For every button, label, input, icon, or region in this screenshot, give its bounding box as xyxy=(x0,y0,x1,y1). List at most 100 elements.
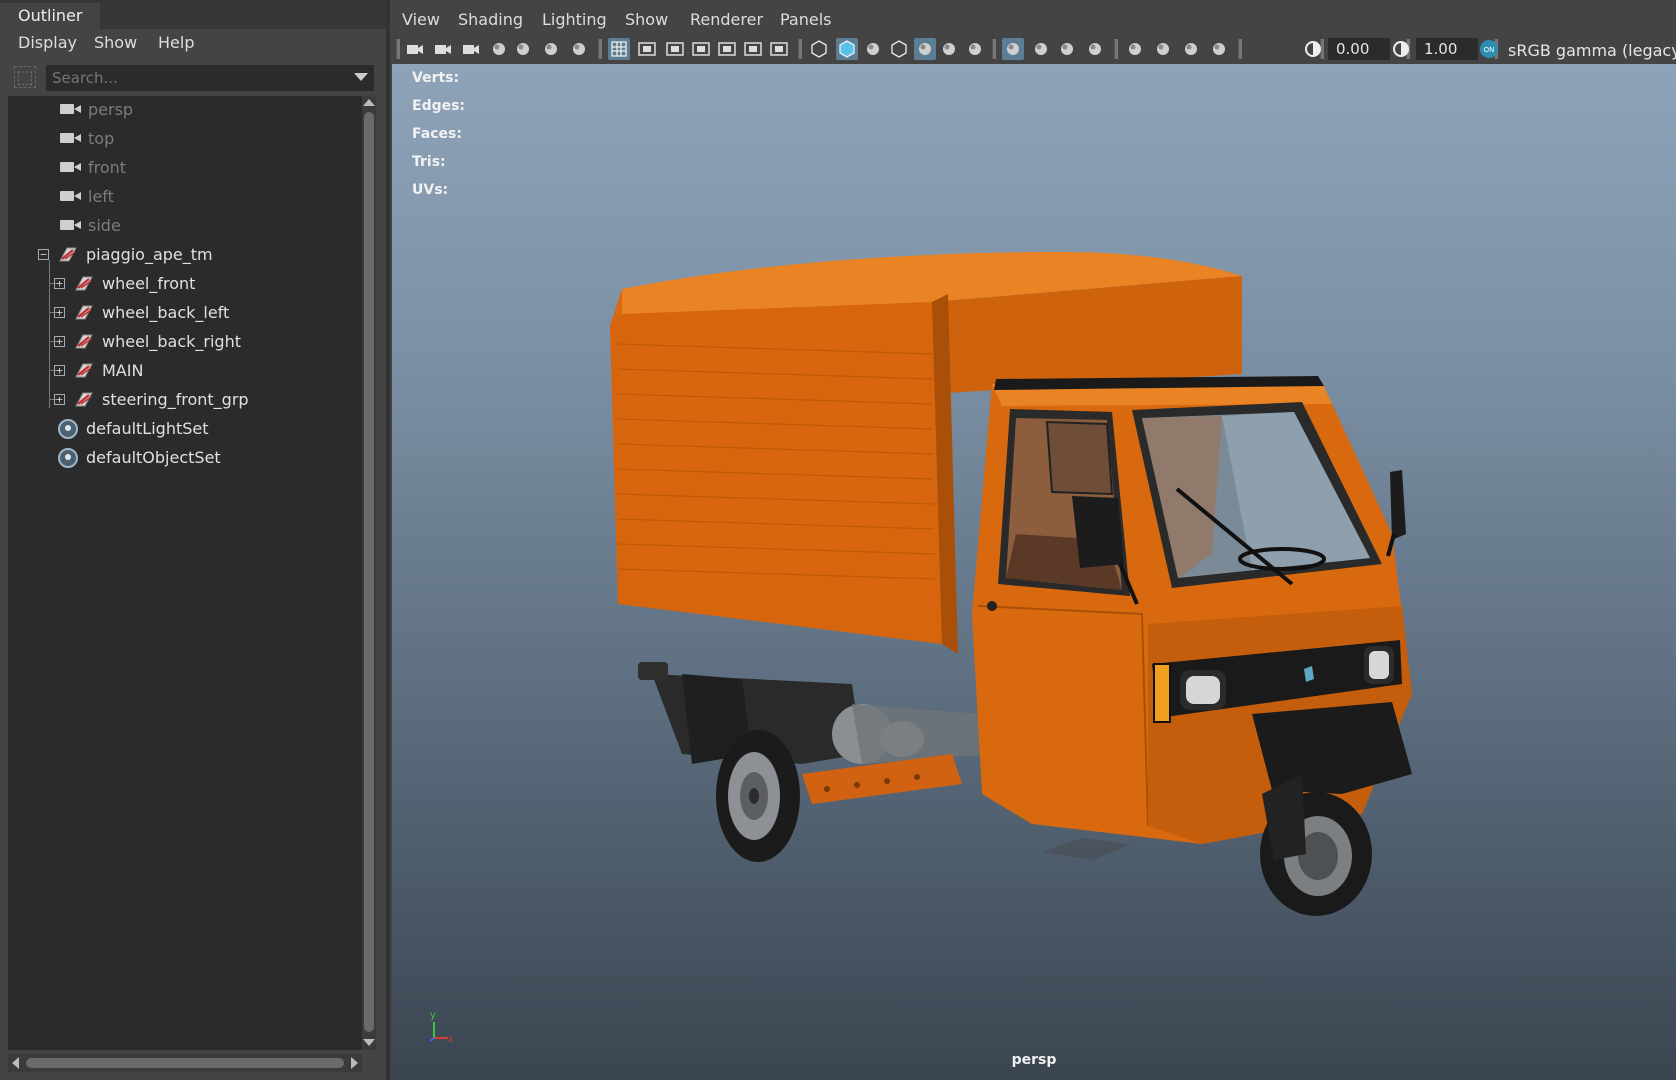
outliner-item[interactable]: − piaggio_ape_tm xyxy=(8,241,362,270)
menu-shading[interactable]: Shading xyxy=(458,10,523,29)
camera-icon xyxy=(60,191,81,201)
outliner-item[interactable]: + steering_front_grp xyxy=(8,386,362,415)
hud-label: Faces: xyxy=(412,126,462,142)
exposure-field[interactable]: 0.00 xyxy=(1328,38,1390,60)
outliner-item[interactable]: + wheel_back_left xyxy=(8,299,362,328)
expand-toggle-icon[interactable]: + xyxy=(54,394,65,405)
grid-icon[interactable] xyxy=(608,38,630,60)
image-plane-icon[interactable] xyxy=(512,38,534,60)
outliner-item-label: defaultObjectSet xyxy=(86,448,221,467)
menu-renderer[interactable]: Renderer xyxy=(690,10,763,29)
scrollbar-thumb[interactable] xyxy=(364,112,374,1032)
menu-view[interactable]: View xyxy=(402,10,440,29)
menu-panels[interactable]: Panels xyxy=(780,10,832,29)
transform-node-icon xyxy=(75,363,93,378)
transform-node-icon xyxy=(59,247,77,262)
outliner-item[interactable]: left xyxy=(8,183,362,212)
scroll-right-arrow-icon[interactable] xyxy=(351,1057,358,1069)
grease-pencil-icon[interactable] xyxy=(568,38,590,60)
menu-show[interactable]: Show xyxy=(625,10,668,29)
resolution-gate-icon[interactable] xyxy=(664,38,686,60)
collapse-toggle-icon[interactable]: − xyxy=(38,249,49,260)
film-gate-icon[interactable] xyxy=(636,38,658,60)
scrollbar-thumb[interactable] xyxy=(26,1058,344,1068)
color-management-icon[interactable]: ON xyxy=(1478,38,1500,60)
expand-toggle-icon[interactable]: + xyxy=(54,278,65,289)
menu-lighting[interactable]: Lighting xyxy=(542,10,607,29)
camera-icon xyxy=(60,162,81,172)
camera-attributes-icon[interactable] xyxy=(432,38,454,60)
axis-y-label: y xyxy=(430,1010,436,1021)
use-default-material-icon[interactable] xyxy=(862,38,884,60)
select-filter-icon[interactable]: ⬚ xyxy=(14,66,36,88)
svg-text:ON: ON xyxy=(1484,46,1495,54)
use-all-lights-icon[interactable] xyxy=(938,38,960,60)
outliner-item-label: MAIN xyxy=(102,361,144,380)
camera-name-label: persp xyxy=(1011,1052,1057,1068)
field-chart-icon[interactable] xyxy=(716,38,738,60)
expand-toggle-icon[interactable]: + xyxy=(54,365,65,376)
outliner-item[interactable]: persp xyxy=(8,96,362,125)
menu-show[interactable]: Show xyxy=(94,33,137,52)
scroll-left-arrow-icon[interactable] xyxy=(12,1057,19,1069)
motion-blur-icon[interactable] xyxy=(1030,38,1052,60)
depth-of-field-icon[interactable] xyxy=(1084,38,1106,60)
screen-space-ao-icon[interactable] xyxy=(1002,38,1024,60)
outliner-item[interactable]: + wheel_front xyxy=(8,270,362,299)
search-options-dropdown-icon[interactable] xyxy=(354,73,368,81)
xray-active-icon[interactable] xyxy=(1180,38,1202,60)
backface-culling-icon[interactable] xyxy=(1208,38,1230,60)
menu-help[interactable]: Help xyxy=(158,33,194,52)
outliner-tab[interactable]: Outliner xyxy=(0,3,101,29)
wireframe-on-shaded-icon[interactable] xyxy=(888,38,910,60)
gamma-field[interactable]: 1.00 xyxy=(1416,38,1478,60)
isolate-select-icon[interactable] xyxy=(1124,38,1146,60)
outliner-horizontal-scrollbar[interactable] xyxy=(8,1054,362,1072)
outliner-vertical-scrollbar[interactable] xyxy=(362,96,376,1050)
axis-x-label: x xyxy=(448,1035,454,1044)
scroll-down-arrow-icon[interactable] xyxy=(363,1039,375,1046)
outliner-item[interactable]: side xyxy=(8,212,362,241)
hud-label: Tris: xyxy=(412,154,446,170)
outliner-item-label: piaggio_ape_tm xyxy=(86,245,213,264)
safe-title-icon[interactable] xyxy=(768,38,790,60)
gate-mask-icon[interactable] xyxy=(690,38,712,60)
xray-joints-icon[interactable] xyxy=(1152,38,1174,60)
outliner-item[interactable]: + wheel_back_right xyxy=(8,328,362,357)
transform-node-icon xyxy=(75,392,93,407)
camera-icon xyxy=(60,133,81,143)
outliner-item-label: top xyxy=(88,129,115,148)
gamma-icon[interactable] xyxy=(1390,38,1412,60)
transform-node-icon xyxy=(75,276,93,291)
2d-pan-zoom-icon[interactable] xyxy=(540,38,562,60)
hud-label: UVs: xyxy=(412,182,449,198)
camera-tumble-icon[interactable] xyxy=(460,38,482,60)
expand-toggle-icon[interactable]: + xyxy=(54,336,65,347)
toolbar-separator xyxy=(396,39,400,59)
xray-icon[interactable] xyxy=(914,38,936,60)
outliner-item[interactable]: top xyxy=(8,125,362,154)
bookmark-icon[interactable] xyxy=(488,38,510,60)
shadows-icon[interactable] xyxy=(964,38,986,60)
menu-display[interactable]: Display xyxy=(18,33,77,52)
exposure-icon[interactable] xyxy=(1302,38,1324,60)
expand-toggle-icon[interactable]: + xyxy=(54,307,65,318)
smooth-shade-icon[interactable] xyxy=(836,38,858,60)
camera-icon xyxy=(60,220,81,230)
vehicle-model[interactable] xyxy=(602,234,1462,974)
outliner-item[interactable]: + MAIN xyxy=(8,357,362,386)
search-input[interactable] xyxy=(46,65,374,91)
wireframe-icon[interactable] xyxy=(808,38,830,60)
outliner-item[interactable]: defaultLightSet xyxy=(8,415,362,444)
color-management-view-transform[interactable]: sRGB gamma (legacy) xyxy=(1508,41,1676,60)
transform-node-icon xyxy=(75,305,93,320)
scroll-up-arrow-icon[interactable] xyxy=(363,99,375,106)
camera-select-icon[interactable] xyxy=(404,38,426,60)
outliner-item[interactable]: defaultObjectSet xyxy=(8,444,362,473)
safe-action-icon[interactable] xyxy=(742,38,764,60)
outliner-item[interactable]: front xyxy=(8,154,362,183)
object-set-icon xyxy=(58,419,78,439)
toolbar-separator xyxy=(1114,39,1118,59)
3d-viewport[interactable]: Verts:64167800Edges:127719900Faces:63623… xyxy=(392,64,1676,1080)
multisample-aa-icon[interactable] xyxy=(1056,38,1078,60)
